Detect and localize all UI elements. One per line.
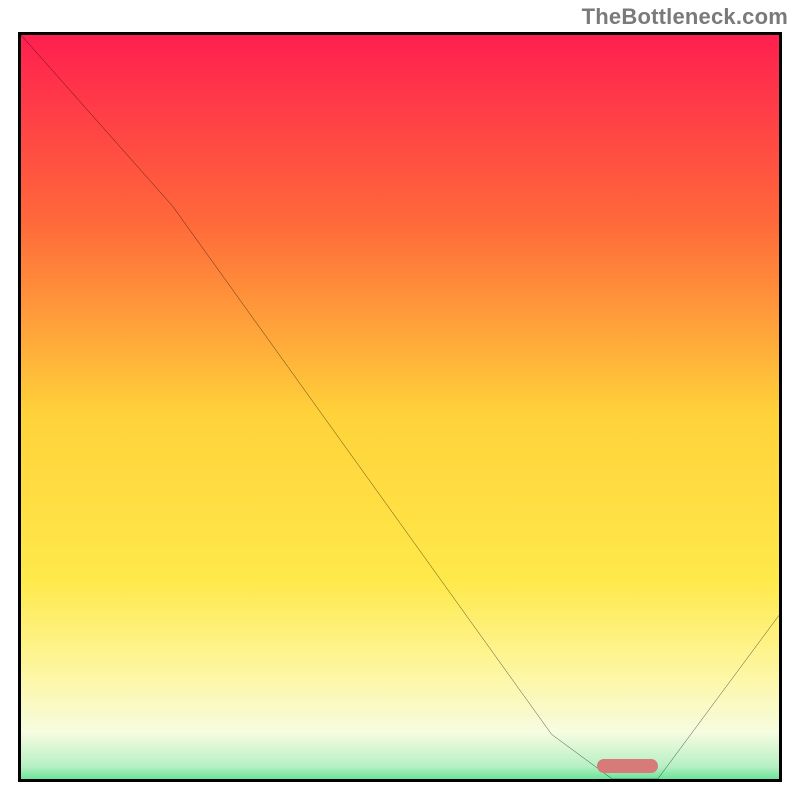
bottleneck-chart: TheBottleneck.com bbox=[0, 0, 800, 800]
bottleneck-curve-path bbox=[21, 35, 779, 779]
plot-area bbox=[18, 32, 782, 782]
optimal-range-marker bbox=[597, 759, 658, 773]
watermark-text: TheBottleneck.com bbox=[582, 4, 788, 30]
curve-layer bbox=[21, 35, 779, 779]
